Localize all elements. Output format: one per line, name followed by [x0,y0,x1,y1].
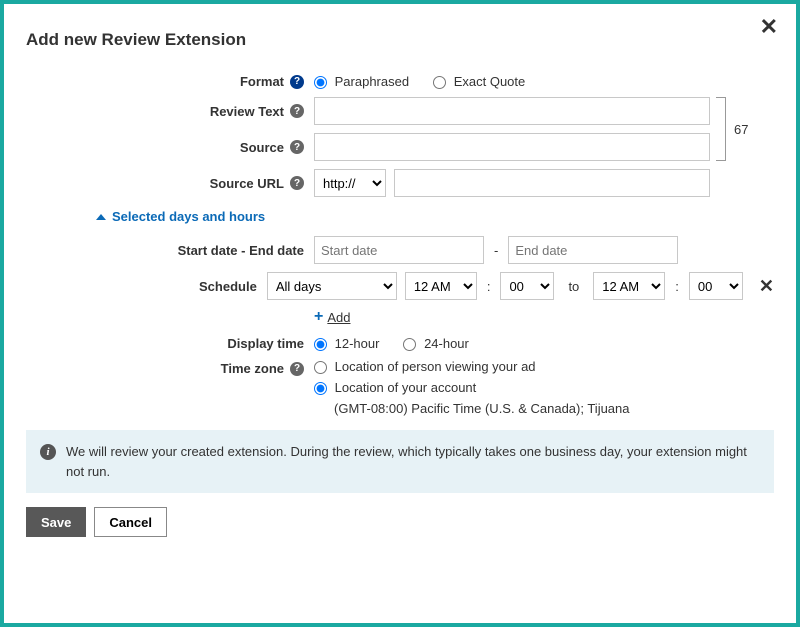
time-zone-row: Time zone ? Location of person viewing y… [26,359,774,416]
plus-icon: + [314,308,323,326]
help-icon[interactable]: ? [290,362,304,376]
tz-viewer-radio[interactable] [314,361,327,374]
selected-days-hours-toggle[interactable]: Selected days and hours [96,209,774,224]
chevron-up-icon [96,214,106,220]
source-url-input[interactable] [394,169,710,197]
review-text-label: Review Text [210,104,284,119]
format-row: Format ? Paraphrased Exact Quote [26,74,774,89]
time-zone-label: Time zone [221,361,284,376]
save-button[interactable]: Save [26,507,86,537]
protocol-select[interactable]: http:// [314,169,386,197]
display-time-12h-option[interactable]: 12-hour [314,336,379,351]
schedule-start-hour-select[interactable]: 12 AM [405,272,477,300]
source-label: Source [240,140,284,155]
schedule-label: Schedule [199,279,257,294]
format-paraphrased-option[interactable]: Paraphrased [314,74,409,89]
help-icon[interactable]: ? [290,140,304,154]
tz-viewer-option[interactable]: Location of person viewing your ad [314,359,630,374]
display-time-label: Display time [227,336,304,351]
review-text-input[interactable] [314,97,710,125]
schedule-to-text: to [568,279,579,294]
schedule-days-select[interactable]: All days [267,272,397,300]
cancel-button[interactable]: Cancel [94,507,167,537]
format-label: Format [240,74,284,89]
display-time-24h-radio[interactable] [403,338,416,351]
source-url-label: Source URL [210,176,284,191]
display-time-24h-option[interactable]: 24-hour [403,336,468,351]
info-text: We will review your created extension. D… [66,442,760,481]
schedule-start-min-select[interactable]: 00 [500,272,554,300]
source-input[interactable] [314,133,710,161]
schedule-row: Schedule All days 12 AM : 00 to 12 AM : … [26,272,774,300]
date-separator: - [494,243,498,258]
display-time-12h-radio[interactable] [314,338,327,351]
add-schedule-link[interactable]: + Add [314,308,774,326]
tz-account-radio[interactable] [314,382,327,395]
format-exact-quote-radio[interactable] [433,76,446,89]
help-icon[interactable]: ? [290,104,304,118]
start-date-input[interactable] [314,236,484,264]
end-date-input[interactable] [508,236,678,264]
remove-schedule-icon[interactable]: ✕ [759,276,774,297]
add-review-extension-dialog: ✕ Add new Review Extension Format ? Para… [0,0,800,627]
schedule-end-min-select[interactable]: 00 [689,272,743,300]
format-exact-quote-option[interactable]: Exact Quote [433,74,525,89]
help-icon[interactable]: ? [290,176,304,190]
help-icon[interactable]: ? [290,75,304,89]
display-time-row: Display time 12-hour 24-hour [26,336,774,351]
review-text-source-group: Review Text ? Source ? 67 [26,97,774,161]
tz-account-option[interactable]: Location of your account [314,380,630,395]
date-range-row: Start date - End date - [26,236,774,264]
start-end-label: Start date - End date [178,243,304,258]
schedule-end-hour-select[interactable]: 12 AM [593,272,665,300]
dialog-title: Add new Review Extension [26,30,774,50]
info-icon: i [40,444,56,460]
tz-account-detail: (GMT-08:00) Pacific Time (U.S. & Canada)… [334,401,630,416]
bracket-decoration [716,97,726,161]
close-icon[interactable]: ✕ [760,16,778,38]
char-counter: 67 [734,122,748,137]
info-banner: i We will review your created extension.… [26,430,774,493]
format-paraphrased-radio[interactable] [314,76,327,89]
source-url-row: Source URL ? http:// [26,169,774,197]
